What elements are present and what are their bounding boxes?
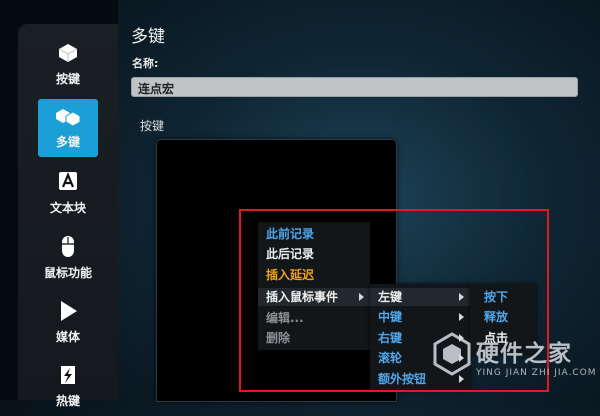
- sidebar-item-multi-key[interactable]: 多键: [38, 99, 98, 157]
- sidebar-item-keys[interactable]: 按键: [38, 36, 98, 94]
- text-block-icon: [53, 169, 83, 195]
- sidebar-item-hotkey[interactable]: 热键: [38, 358, 98, 416]
- key-icon: [53, 40, 83, 66]
- sidebar-item-label: 按键: [55, 72, 80, 86]
- sidebar-item-label: 多键: [55, 135, 80, 149]
- sidebar-item-text-block[interactable]: 文本块: [38, 165, 98, 223]
- play-icon: [53, 298, 83, 324]
- watermark-url: YING JIAN ZHI JIA.COM: [476, 368, 597, 378]
- sidebar-item-label: 热键: [55, 394, 80, 408]
- watermark-text: 硬件之家: [476, 341, 572, 367]
- watermark-logo-icon: [432, 332, 472, 380]
- page-title: 多键: [131, 27, 165, 47]
- sidebar-item-label: 文本块: [49, 201, 86, 215]
- sidebar: 按键 多键 文本块 鼠标功能 媒体 热键: [0, 0, 118, 408]
- mouse-icon: [53, 234, 83, 260]
- watermark: 硬件之家 YING JIAN ZHI JIA.COM: [432, 330, 600, 400]
- sidebar-item-label: 媒体: [55, 330, 80, 344]
- name-label: 名称:: [132, 57, 159, 70]
- sidebar-item-mouse[interactable]: 鼠标功能: [38, 230, 98, 288]
- multi-key-icon: [53, 103, 83, 129]
- sidebar-panel: 按键 多键 文本块 鼠标功能 媒体 热键: [18, 24, 118, 408]
- sidebar-item-label: 鼠标功能: [43, 266, 92, 280]
- keys-label: 按键: [140, 119, 165, 133]
- name-input[interactable]: 连点宏: [131, 77, 578, 97]
- sidebar-item-media[interactable]: 媒体: [38, 294, 98, 352]
- hotkey-icon: [53, 362, 83, 388]
